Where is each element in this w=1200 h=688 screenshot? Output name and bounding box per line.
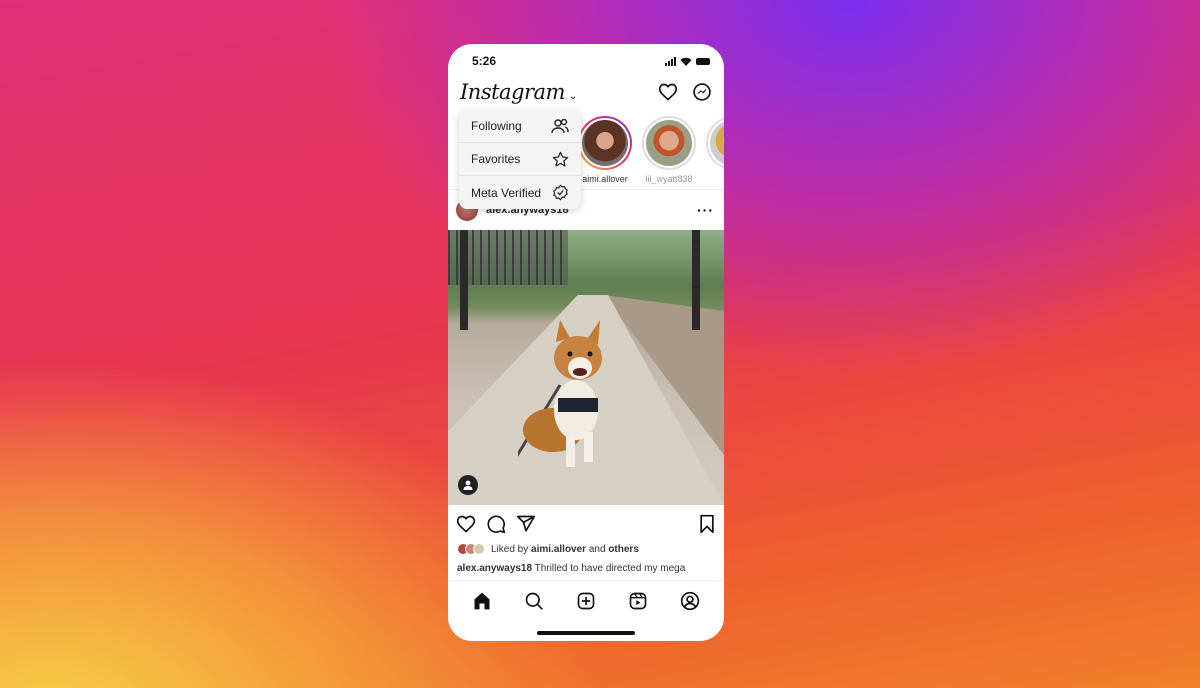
pole (692, 230, 700, 330)
wifi-icon (680, 57, 692, 66)
post-actions (456, 514, 716, 534)
messenger-icon[interactable] (692, 82, 712, 102)
share-icon[interactable] (516, 514, 536, 534)
menu-item-label: Meta Verified (471, 185, 542, 200)
post-photo[interactable] (448, 230, 724, 505)
comment-icon[interactable] (486, 514, 506, 534)
tagged-user-icon[interactable] (458, 475, 478, 495)
bookmark-icon[interactable] (698, 514, 716, 534)
caption-text: Thrilled to have directed my mega (534, 563, 686, 574)
bottom-tab-bar (448, 580, 724, 620)
menu-item-label: Favorites (471, 152, 521, 166)
battery-icon (696, 57, 710, 65)
story-item[interactable]: lil_wyatt838 (642, 116, 696, 184)
feed-dropdown-menu: Following Favorites Meta Verified (459, 110, 581, 209)
menu-item-label: Following (471, 119, 522, 133)
reels-icon[interactable] (628, 591, 648, 611)
pole (460, 230, 468, 330)
story-item[interactable]: mist (706, 116, 724, 184)
heart-icon[interactable] (658, 82, 678, 102)
like-icon[interactable] (456, 514, 476, 534)
likes-summary[interactable]: Liked by aimi.allover and others (457, 543, 639, 555)
people-icon (551, 118, 569, 134)
instagram-logo: Instagram (460, 80, 565, 104)
corgi-dog (518, 320, 602, 467)
liked-by-user[interactable]: aimi.allover (531, 544, 586, 555)
story-name: mist (706, 174, 724, 184)
star-icon (552, 151, 569, 167)
home-indicator[interactable] (537, 631, 635, 635)
home-icon[interactable] (472, 591, 492, 611)
menu-item-following[interactable]: Following (459, 110, 581, 143)
story-avatar (644, 118, 694, 168)
phone-screen: 5:26 Instagram ⌄ aimi.allover lil_wyatt83… (448, 44, 724, 641)
caption-username[interactable]: alex.anyways18 (457, 563, 532, 574)
story-avatar (580, 118, 630, 168)
feed-switcher[interactable]: Instagram ⌄ (460, 80, 577, 104)
signal-icon (665, 56, 676, 66)
stories-tray: aimi.allover lil_wyatt838 mist (578, 116, 724, 184)
post-caption: alex.anyways18 Thrilled to have directed… (457, 563, 685, 574)
story-avatar (708, 118, 724, 168)
story-name: aimi.allover (582, 174, 628, 184)
story-name: lil_wyatt838 (645, 174, 693, 184)
liked-and: and (588, 543, 606, 555)
menu-item-favorites[interactable]: Favorites (459, 143, 581, 176)
liked-by-label: Liked by (491, 543, 529, 555)
menu-item-meta-verified[interactable]: Meta Verified (459, 176, 581, 209)
status-time: 5:26 (472, 54, 497, 68)
more-options-icon[interactable]: ··· (697, 202, 714, 218)
profile-icon[interactable] (680, 591, 700, 611)
liker-avatars (457, 543, 485, 555)
search-icon[interactable] (524, 591, 544, 611)
create-icon[interactable] (576, 591, 596, 611)
story-item[interactable]: aimi.allover (578, 116, 632, 184)
status-bar: 5:26 (472, 54, 710, 68)
chevron-down-icon: ⌄ (568, 91, 578, 102)
liked-others[interactable]: others (608, 544, 639, 555)
app-header: Instagram ⌄ (460, 78, 712, 106)
verified-badge-icon (553, 184, 568, 201)
